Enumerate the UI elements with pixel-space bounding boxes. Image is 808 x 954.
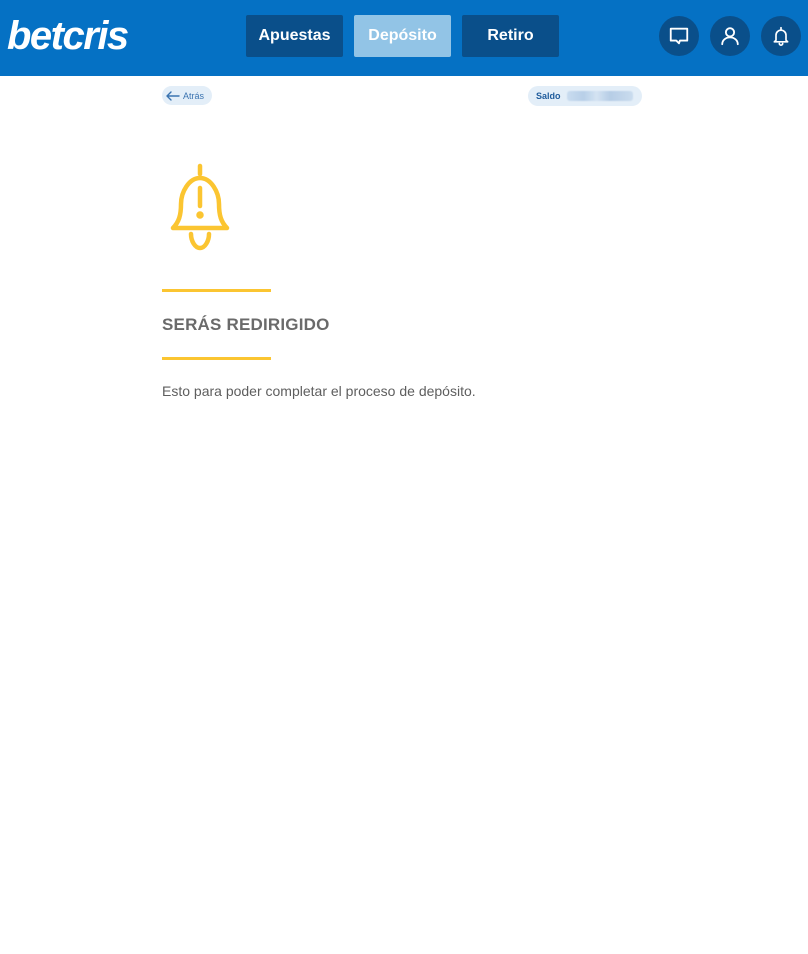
back-button[interactable]: Atrás xyxy=(162,86,212,105)
redirect-message: Esto para poder completar el proceso de … xyxy=(162,383,476,399)
heading-divider-bottom xyxy=(162,357,271,360)
back-label: Atrás xyxy=(183,90,205,101)
nav-deposito-button[interactable]: Depósito xyxy=(354,15,451,57)
chat-icon xyxy=(669,27,689,45)
top-bar: betcris Apuestas Depósito Retiro xyxy=(0,0,808,76)
alert-bell-icon xyxy=(170,163,230,251)
bell-icon xyxy=(773,26,789,46)
saldo-amount-redacted xyxy=(566,91,633,101)
user-button[interactable] xyxy=(710,16,750,56)
user-icon xyxy=(721,27,739,46)
chat-button[interactable] xyxy=(659,16,699,56)
arrow-left-icon xyxy=(166,90,180,101)
saldo-balance: Saldo xyxy=(528,86,642,106)
betcris-logo[interactable]: betcris xyxy=(7,14,129,58)
nav-apuestas-button[interactable]: Apuestas xyxy=(246,15,343,57)
nav-retiro-button[interactable]: Retiro xyxy=(462,15,559,57)
saldo-label: Saldo xyxy=(536,91,561,101)
heading-divider-top xyxy=(162,289,271,292)
page-heading: SERÁS REDIRIGIDO xyxy=(162,315,330,334)
notifications-button[interactable] xyxy=(761,16,801,56)
